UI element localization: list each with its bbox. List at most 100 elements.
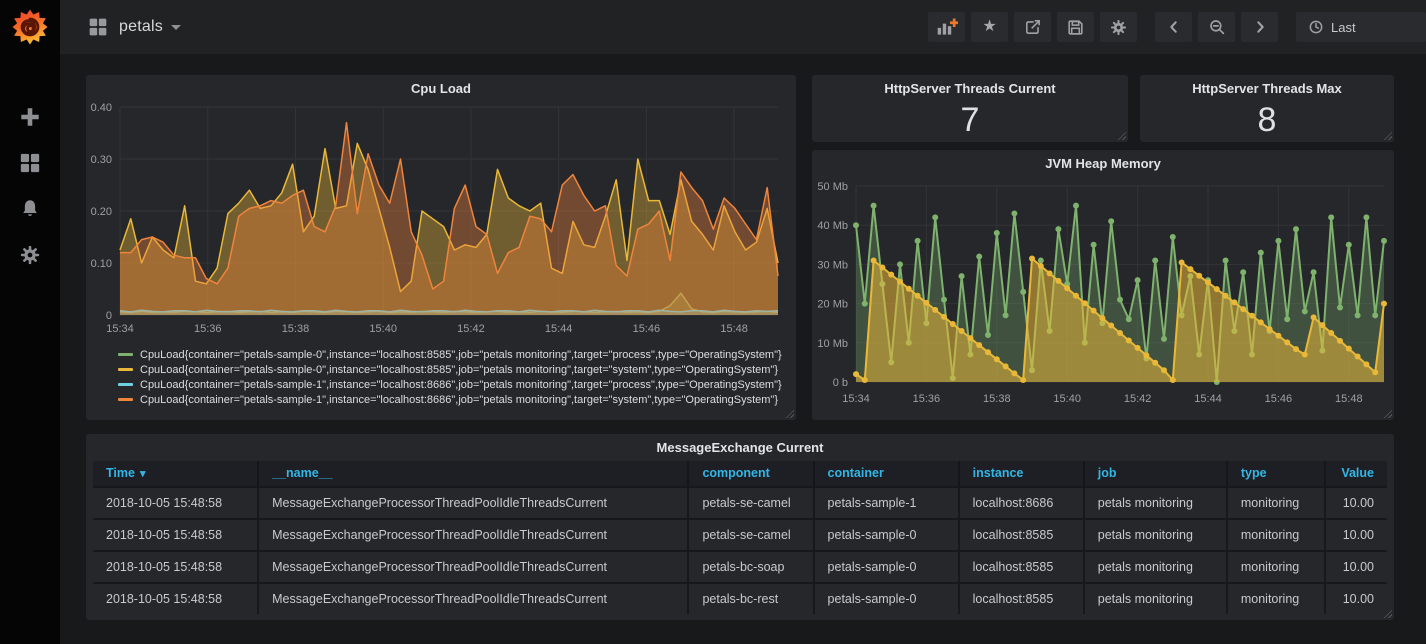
- table-cell: petals-sample-0: [814, 519, 959, 551]
- table-cell: petals-bc-soap: [688, 551, 813, 583]
- table-row: 2018-10-05 15:48:58MessageExchangeProces…: [93, 583, 1387, 614]
- chevron-down-icon: [171, 25, 181, 30]
- svg-text:15:42: 15:42: [1124, 393, 1152, 405]
- message-exchange-table: Time▾__name__componentcontainerinstancej…: [93, 461, 1387, 614]
- dashboard-settings-button[interactable]: [1100, 12, 1137, 42]
- sidebar-item-create[interactable]: [0, 94, 60, 140]
- table-cell: petals monitoring: [1084, 583, 1227, 614]
- table-cell: MessageExchangeProcessorThreadPoolIdleTh…: [258, 551, 688, 583]
- svg-text:0.40: 0.40: [91, 102, 112, 114]
- legend-label[interactable]: CpuLoad{container="petals-sample-0",inst…: [140, 349, 782, 361]
- svg-text:10 Mb: 10 Mb: [817, 338, 848, 350]
- share-icon: [1023, 18, 1042, 37]
- navbar: petals ★: [60, 0, 1426, 54]
- legend-label[interactable]: CpuLoad{container="petals-sample-0",inst…: [140, 364, 778, 376]
- panel-message-exchange: MessageExchange Current Time▾__name__com…: [86, 434, 1394, 620]
- legend-item[interactable]: CpuLoad{container="petals-sample-0",inst…: [118, 362, 796, 377]
- table-header-container[interactable]: container: [814, 461, 959, 487]
- time-picker-button[interactable]: Last: [1296, 12, 1426, 42]
- table-cell: 10.00: [1325, 551, 1387, 583]
- dashboard-title[interactable]: petals: [119, 18, 181, 36]
- svg-text:15:38: 15:38: [983, 393, 1011, 405]
- svg-text:15:42: 15:42: [457, 323, 485, 335]
- table-cell: monitoring: [1227, 583, 1325, 614]
- table-cell: 10.00: [1325, 519, 1387, 551]
- gear-icon: [1109, 18, 1128, 37]
- svg-text:50 Mb: 50 Mb: [817, 181, 848, 193]
- grafana-logo[interactable]: [0, 0, 60, 54]
- sidebar-menu: [0, 94, 60, 278]
- table-cell: petals monitoring: [1084, 519, 1227, 551]
- svg-text:15:40: 15:40: [1053, 393, 1081, 405]
- table-row: 2018-10-05 15:48:58MessageExchangeProces…: [93, 551, 1387, 583]
- sidebar-item-dashboards[interactable]: [0, 140, 60, 186]
- svg-text:15:44: 15:44: [545, 323, 573, 335]
- jvm-heap-chart[interactable]: 0 b10 Mb20 Mb30 Mb40 Mb50 Mb15:3415:3615…: [812, 176, 1394, 416]
- legend-item[interactable]: CpuLoad{container="petals-sample-1",inst…: [118, 377, 796, 392]
- panel-title[interactable]: HttpServer Threads Current: [812, 75, 1128, 101]
- grid-icon: [19, 152, 41, 174]
- table-header-job[interactable]: job: [1084, 461, 1227, 487]
- legend-item[interactable]: CpuLoad{container="petals-sample-1",inst…: [118, 392, 796, 407]
- plus-icon: [19, 106, 41, 128]
- table-header-instance[interactable]: instance: [959, 461, 1084, 487]
- legend-label[interactable]: CpuLoad{container="petals-sample-1",inst…: [140, 379, 782, 391]
- table-cell: petals monitoring: [1084, 487, 1227, 519]
- sidebar: [0, 0, 60, 644]
- table-cell: petals-sample-1: [814, 487, 959, 519]
- panel-resize-handle[interactable]: [785, 409, 794, 418]
- panel-title[interactable]: MessageExchange Current: [86, 434, 1394, 460]
- zoom-out-button[interactable]: [1198, 12, 1235, 42]
- table-header-Value[interactable]: Value: [1325, 461, 1387, 487]
- legend-label[interactable]: CpuLoad{container="petals-sample-1",inst…: [140, 394, 778, 406]
- table-header-name[interactable]: __name__: [258, 461, 688, 487]
- add-panel-icon: [936, 17, 958, 37]
- panel-jvm-heap: JVM Heap Memory 0 b10 Mb20 Mb30 Mb40 Mb5…: [812, 150, 1394, 420]
- svg-text:15:40: 15:40: [369, 323, 397, 335]
- panel-title[interactable]: HttpServer Threads Max: [1140, 75, 1394, 101]
- svg-text:15:48: 15:48: [1335, 393, 1363, 405]
- star-dashboard-button[interactable]: ★: [971, 12, 1008, 42]
- panel-threads-current: HttpServer Threads Current 7: [812, 75, 1128, 142]
- panel-title[interactable]: JVM Heap Memory: [812, 150, 1394, 176]
- cpu-load-chart[interactable]: 00.100.200.300.4015:3415:3615:3815:4015:…: [86, 101, 796, 343]
- table-header-Time[interactable]: Time▾: [93, 461, 258, 487]
- legend-item[interactable]: CpuLoad{container="petals-sample-0",inst…: [118, 347, 796, 362]
- svg-text:0 b: 0 b: [833, 377, 848, 389]
- stat-value: 8: [1140, 101, 1394, 139]
- legend-color-dash: [118, 398, 133, 401]
- table-header-component[interactable]: component: [688, 461, 813, 487]
- add-panel-button[interactable]: [928, 12, 965, 42]
- sort-caret-icon: ▾: [140, 468, 146, 480]
- time-picker-label: Last: [1331, 20, 1356, 35]
- svg-text:15:44: 15:44: [1194, 393, 1222, 405]
- chevron-left-icon: [1166, 19, 1182, 35]
- grafana-dashboard: petals ★: [0, 0, 1426, 644]
- svg-text:30 Mb: 30 Mb: [817, 259, 848, 271]
- panel-title[interactable]: Cpu Load: [86, 75, 796, 101]
- table-cell: localhost:8585: [959, 551, 1084, 583]
- table-header-type[interactable]: type: [1227, 461, 1325, 487]
- time-forward-button[interactable]: [1241, 12, 1278, 42]
- clock-icon: [1308, 19, 1324, 35]
- table-cell: petals-se-camel: [688, 519, 813, 551]
- table-row: 2018-10-05 15:48:58MessageExchangeProces…: [93, 519, 1387, 551]
- table-container: Time▾__name__componentcontainerinstancej…: [86, 460, 1394, 614]
- legend-color-dash: [118, 368, 133, 371]
- zoom-out-icon: [1208, 18, 1226, 36]
- table-cell: petals-sample-0: [814, 551, 959, 583]
- table-cell: monitoring: [1227, 519, 1325, 551]
- save-dashboard-button[interactable]: [1057, 12, 1094, 42]
- sidebar-item-alerting[interactable]: [0, 186, 60, 232]
- time-back-button[interactable]: [1155, 12, 1192, 42]
- stat-value: 7: [812, 101, 1128, 139]
- svg-text:15:46: 15:46: [633, 323, 661, 335]
- dashboard-picker[interactable]: petals: [60, 17, 181, 37]
- grafana-flame-icon: [10, 6, 50, 48]
- share-dashboard-button[interactable]: [1014, 12, 1051, 42]
- sidebar-item-configuration[interactable]: [0, 232, 60, 278]
- table-cell: 10.00: [1325, 583, 1387, 614]
- table-cell: localhost:8585: [959, 519, 1084, 551]
- svg-text:0.20: 0.20: [91, 206, 112, 218]
- table-cell: petals-se-camel: [688, 487, 813, 519]
